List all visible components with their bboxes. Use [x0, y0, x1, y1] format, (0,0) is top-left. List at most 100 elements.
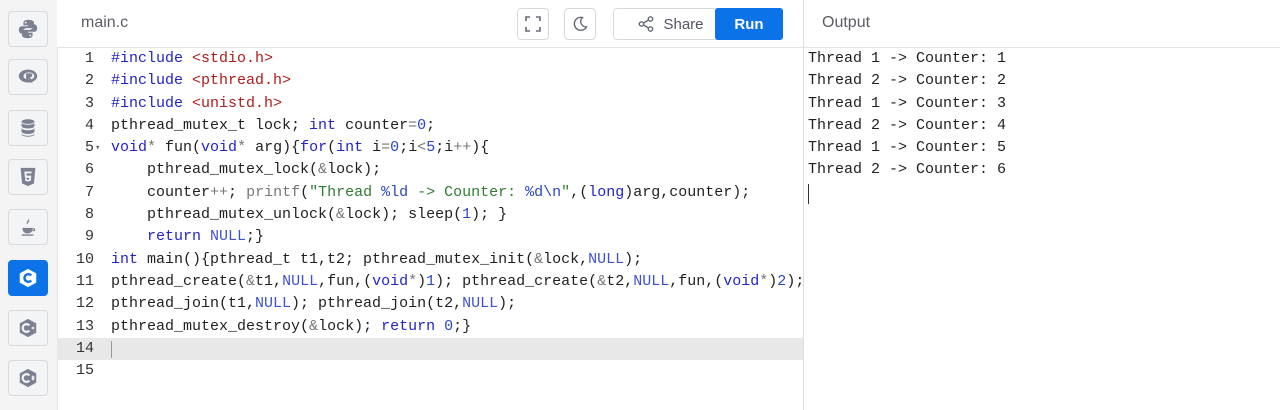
code-token: printf [246, 183, 301, 201]
code-token: * [147, 139, 157, 157]
code-line[interactable]: 5 ▾ void* fun(void* arg){for(int i=0;i<5;i… [57, 137, 803, 159]
code-line[interactable]: 7 counter++; printf("Thread %ld -> Count… [57, 182, 803, 204]
code-token: ) [768, 272, 778, 290]
code-line[interactable]: 13 pthread_mutex_destroy(&lock); return 0… [57, 316, 803, 338]
moon-icon [573, 16, 588, 31]
run-button[interactable]: Run [715, 8, 783, 40]
code-line[interactable]: 11 pthread_create(&t1,NULL,fun,(void*)1);… [57, 271, 804, 293]
line-number: 12 [75, 295, 94, 313]
code-token: ( [327, 139, 337, 157]
code-token: i [363, 139, 382, 157]
code-token: t2, [606, 272, 634, 290]
filename-tab[interactable]: main.c [81, 14, 128, 32]
code-token: & [534, 250, 544, 268]
line-number: 14 [75, 339, 94, 357]
code-token: int [336, 139, 364, 157]
code-token: #include [111, 72, 184, 90]
code-token: pthread_mutex_t lock; [111, 116, 310, 134]
line-number: 8 [84, 206, 94, 224]
fold-arrow-icon[interactable]: ▾ [95, 137, 100, 159]
code-token: " [561, 183, 571, 201]
code-line[interactable]: 1 #include <stdio.h> [57, 48, 803, 70]
code-token: = [381, 139, 391, 157]
code-token: #include [111, 50, 184, 67]
code-token: ;i [435, 139, 454, 157]
code-token: #include [111, 94, 184, 112]
code-line[interactable]: 2 #include <pthread.h> [57, 70, 803, 92]
code-line[interactable]: 4 pthread_mutex_t lock; int counter=0; [57, 115, 803, 137]
dark-mode-toggle[interactable] [564, 8, 596, 40]
fullscreen-icon [525, 16, 541, 32]
code-token: ,fun,( [669, 272, 724, 290]
output-line: Thread 2 -> Counter: 4 [808, 116, 1007, 134]
line-number: 10 [75, 250, 94, 268]
share-button[interactable]: Share [613, 8, 728, 40]
code-line[interactable]: 14 [57, 337, 803, 361]
code-token: fun( [156, 139, 202, 157]
code-token: <stdio.h> [192, 50, 274, 67]
html-language-button[interactable] [8, 159, 48, 195]
line-number: 11 [75, 272, 94, 290]
code-token: ++ [453, 139, 472, 157]
code-token: long [588, 183, 625, 201]
pane-divider[interactable] [803, 0, 804, 410]
code-token: ( [300, 183, 310, 201]
code-token: counter [336, 116, 409, 134]
code-token: 1 [426, 272, 436, 290]
csharp-icon [19, 368, 37, 388]
output-cursor [808, 183, 809, 204]
code-token: NULL [201, 228, 247, 246]
code-line[interactable]: 8 pthread_mutex_unlock(&lock); sleep(1);… [57, 204, 803, 226]
code-token: int [111, 250, 139, 268]
code-editor[interactable]: 1 #include <stdio.h> 2 #include <pthread.h>… [57, 48, 804, 410]
code-line[interactable]: 10 int main(){pthread_t t1,t2; pthread_mu… [57, 249, 803, 271]
code-token: "Thread [309, 183, 382, 201]
java-language-button[interactable] [8, 209, 48, 245]
line-number: 4 [84, 116, 94, 134]
code-text: counter++; printf("Thread %ld -> Counter… [111, 182, 750, 204]
code-token: & [597, 272, 607, 290]
python-language-button[interactable] [8, 11, 48, 47]
output-line: Thread 2 -> Counter: 6 [808, 161, 1007, 179]
r-language-button[interactable] [8, 59, 48, 95]
share-icon [639, 16, 654, 32]
code-token: ; [426, 116, 436, 134]
fullscreen-button[interactable] [517, 8, 549, 40]
line-number: 3 [84, 94, 94, 112]
cpp-language-button[interactable] [8, 310, 48, 346]
code-line[interactable]: 6 pthread_mutex_lock(&lock); [57, 159, 803, 181]
code-token: & [318, 161, 328, 179]
code-token: ); [624, 250, 643, 268]
code-token: 0 [417, 116, 427, 134]
sql-language-button[interactable] [8, 110, 48, 146]
java-icon [21, 217, 36, 236]
code-text: pthread_mutex_t lock; int counter=0; [111, 115, 435, 137]
code-text: pthread_mutex_unlock(&lock); sleep(1); } [111, 204, 507, 226]
output-header: Output [804, 0, 1280, 48]
code-token: NULL [588, 250, 625, 268]
code-token: ){ [471, 139, 490, 157]
code-token: & [309, 317, 319, 335]
code-token: * [237, 139, 247, 157]
code-token: -> Counter: [408, 183, 526, 201]
code-token: arg){ [246, 139, 301, 157]
csharp-language-button[interactable] [8, 360, 48, 396]
code-token: lock); [318, 317, 382, 335]
line-number: 2 [84, 72, 94, 90]
line-number: 13 [75, 317, 94, 335]
html5-icon [20, 167, 36, 187]
code-line[interactable]: 12 pthread_join(t1,NULL); pthread_join(t2… [57, 293, 803, 315]
code-token: ;i [399, 139, 418, 157]
code-line[interactable]: 15 [57, 360, 803, 382]
code-token: 1 [462, 206, 472, 224]
output-line: Thread 2 -> Counter: 2 [808, 72, 1007, 90]
code-line[interactable]: 9 return NULL;} [57, 226, 803, 248]
code-token: NULL [633, 272, 670, 290]
c-language-button[interactable] [8, 260, 48, 296]
code-token: )arg,counter); [624, 183, 751, 201]
cpp-icon [19, 318, 37, 338]
code-line[interactable]: 3 #include <unistd.h> [57, 93, 803, 115]
code-token: void [372, 272, 409, 290]
